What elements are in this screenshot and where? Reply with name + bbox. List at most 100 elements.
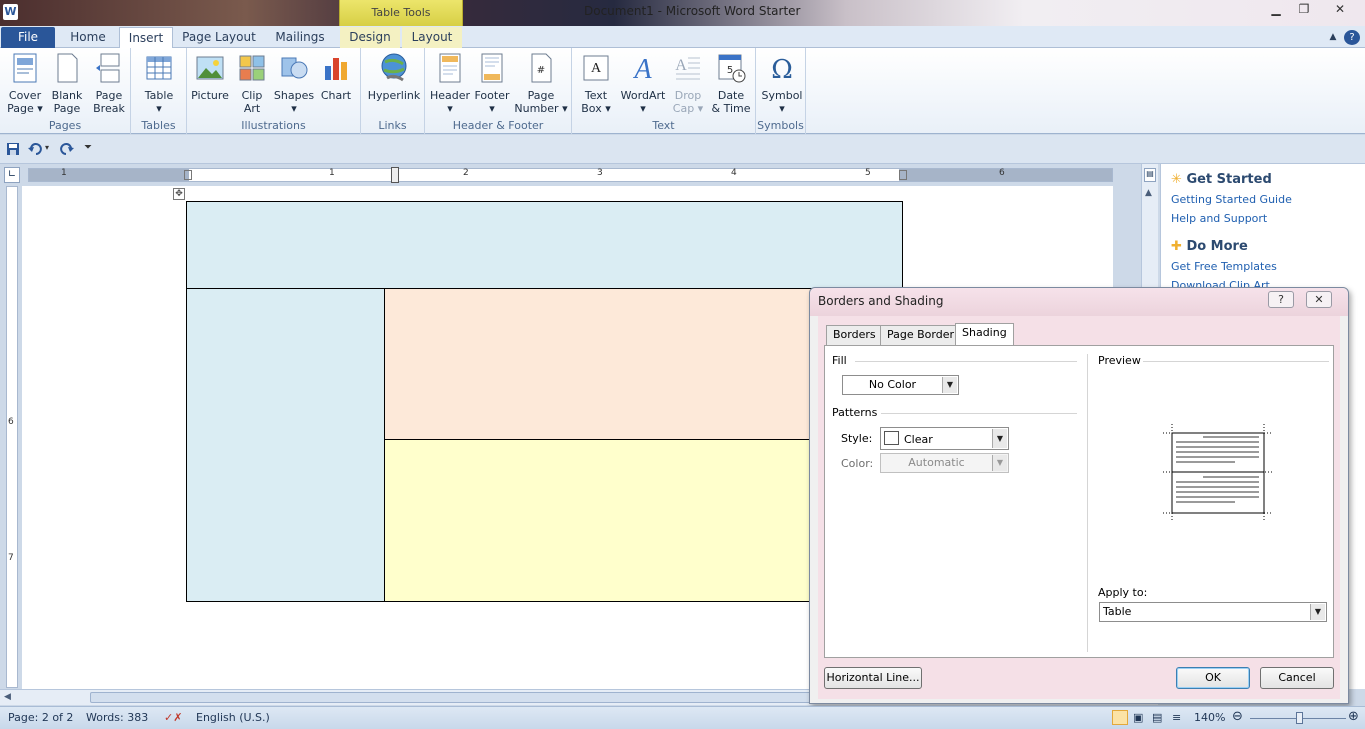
scroll-up-icon[interactable]: ▲ [1145, 188, 1152, 198]
chart-icon [325, 58, 347, 80]
svg-text:5: 5 [727, 65, 733, 76]
fill-color-dropdown[interactable]: No Color ▼ [842, 375, 959, 395]
draft-view-icon[interactable]: ≡ [1172, 711, 1181, 724]
chevron-down-icon: ▼ [992, 455, 1007, 471]
dialog-title-bar[interactable]: Borders and Shading ? ✕ [810, 288, 1348, 316]
wordart-button[interactable]: A WordArt ▾ [618, 52, 668, 115]
apply-to-value: Table [1103, 605, 1132, 618]
getting-started-guide-link[interactable]: Getting Started Guide [1171, 193, 1292, 206]
horizontal-ruler[interactable]: 1 1 2 3 4 5 6 [28, 167, 1113, 183]
page-number-button[interactable]: # Page Number ▾ [514, 52, 568, 115]
dialog-close-icon[interactable]: ✕ [1306, 291, 1332, 308]
redo-icon[interactable] [60, 142, 74, 156]
column-marker[interactable] [184, 170, 192, 180]
blank-page-button[interactable]: Blank Page [48, 52, 86, 115]
dialog-help-icon[interactable]: ? [1268, 291, 1294, 308]
tab-file[interactable]: File [1, 27, 55, 48]
hyperlink-button[interactable]: Hyperlink [365, 52, 423, 102]
footer-button[interactable]: Footer ▾ [472, 52, 512, 115]
proofing-icon[interactable]: ✓✗ [164, 711, 182, 724]
language-status[interactable]: English (U.S.) [196, 711, 270, 724]
scroll-left-icon[interactable]: ◀ [4, 692, 11, 702]
blank-page-icon [57, 53, 78, 83]
table-button[interactable]: Table ▾ [139, 52, 179, 115]
cover-page-button[interactable]: Cover Page ▾ [5, 52, 45, 115]
customize-toolbar-icon[interactable]: ⏷ [84, 142, 92, 153]
table-cell-top[interactable] [186, 201, 903, 289]
ok-button[interactable]: OK [1176, 667, 1250, 689]
minimize-button[interactable]: ▁ [1262, 0, 1290, 18]
date-time-button[interactable]: 5 Date & Time [710, 52, 752, 115]
tab-design[interactable]: Design [340, 27, 400, 48]
picture-button[interactable]: Picture [190, 52, 230, 102]
dialog-tab-borders[interactable]: Borders [826, 325, 883, 345]
tab-home[interactable]: Home [64, 27, 112, 48]
table-move-handle-icon[interactable]: ✥ [173, 188, 185, 200]
zoom-in-icon[interactable]: ⊕ [1348, 709, 1359, 724]
word-logo-icon[interactable]: W [3, 4, 18, 20]
tab-insert[interactable]: Insert [119, 27, 173, 48]
tab-layout[interactable]: Layout [402, 27, 462, 48]
shapes-button[interactable]: Shapes ▾ [273, 52, 315, 115]
full-screen-view-icon[interactable]: ▣ [1133, 711, 1143, 724]
maximize-button[interactable]: ❐ [1290, 0, 1318, 18]
pattern-color-dropdown[interactable]: Automatic ▼ [880, 453, 1009, 473]
print-layout-view-icon[interactable] [1112, 710, 1128, 725]
drop-cap-label-2: Cap ▾ [672, 102, 704, 115]
shapes-label-1: Shapes [273, 89, 315, 102]
ruler-toggle-icon[interactable]: ▤ [1144, 168, 1156, 182]
tab-page-layout[interactable]: Page Layout [181, 27, 257, 48]
footer-icon [481, 53, 503, 83]
shading-preview[interactable] [1161, 424, 1275, 522]
dialog-tab-shading[interactable]: Shading [955, 323, 1014, 345]
undo-icon[interactable] [28, 142, 42, 156]
chart-button[interactable]: Chart [317, 52, 355, 102]
close-button[interactable]: ✕ [1326, 0, 1354, 18]
ribbon-tab-row: File Home Insert Page Layout Mailings De… [0, 26, 1365, 48]
cancel-button[interactable]: Cancel [1260, 667, 1334, 689]
cover-page-icon [13, 53, 37, 83]
page-break-button[interactable]: Page Break [90, 52, 128, 115]
drop-cap-icon: A [675, 57, 700, 80]
dialog-tab-page-border[interactable]: Page Border [880, 325, 962, 345]
minimize-ribbon-icon[interactable]: ▲ [1326, 27, 1340, 48]
symbol-button[interactable]: Ω Symbol ▾ [760, 52, 804, 115]
apply-to-dropdown[interactable]: Table ▼ [1099, 602, 1327, 622]
text-box-label-1: Text [584, 89, 608, 102]
save-icon[interactable] [6, 142, 20, 156]
vertical-ruler[interactable]: 6 7 [6, 186, 18, 688]
table-cell-left[interactable] [186, 288, 385, 602]
ruler-margin-left [29, 169, 189, 181]
status-bar: Page: 2 of 2 Words: 383 ✓✗ English (U.S.… [0, 706, 1365, 729]
zoom-out-icon[interactable]: ⊖ [1232, 709, 1243, 724]
divider [881, 413, 1077, 414]
column-marker[interactable] [899, 170, 907, 180]
indent-marker[interactable] [391, 167, 399, 183]
zoom-level[interactable]: 140% [1194, 711, 1225, 724]
borders-and-shading-dialog: Borders and Shading ? ✕ Borders Page Bor… [809, 287, 1349, 704]
zoom-slider-thumb[interactable] [1296, 712, 1303, 724]
clip-art-button[interactable]: Clip Art [234, 52, 270, 115]
page-number-label-1: Page [527, 89, 555, 102]
text-box-button[interactable]: A Text Box ▾ [576, 52, 616, 115]
group-links-label: Links [378, 119, 407, 132]
get-free-templates-link[interactable]: Get Free Templates [1171, 260, 1292, 273]
web-layout-view-icon[interactable]: ▤ [1152, 711, 1162, 724]
help-and-support-link[interactable]: Help and Support [1171, 212, 1292, 225]
text-box-icon: A [583, 55, 609, 81]
window-title: Document1 - Microsoft Word Starter [584, 4, 801, 18]
page-count-status[interactable]: Page: 2 of 2 [8, 711, 73, 724]
pattern-style-dropdown[interactable]: Clear ▼ [880, 427, 1009, 450]
header-button[interactable]: Header ▾ [430, 52, 470, 115]
wordart-label-2: ▾ [640, 102, 646, 115]
tab-selector-icon[interactable]: ∟ [4, 167, 20, 183]
tab-mailings[interactable]: Mailings [270, 27, 330, 48]
help-icon[interactable]: ? [1344, 30, 1360, 45]
page-break-label-2: Break [93, 102, 125, 115]
drop-cap-button[interactable]: A Drop Cap ▾ [670, 52, 706, 115]
svg-text:A: A [675, 57, 687, 74]
undo-dropdown-icon[interactable]: ▾ [45, 143, 49, 152]
horizontal-line-button[interactable]: Horizontal Line... [824, 667, 922, 689]
word-count-status[interactable]: Words: 383 [86, 711, 148, 724]
chevron-down-icon: ▼ [992, 429, 1007, 448]
